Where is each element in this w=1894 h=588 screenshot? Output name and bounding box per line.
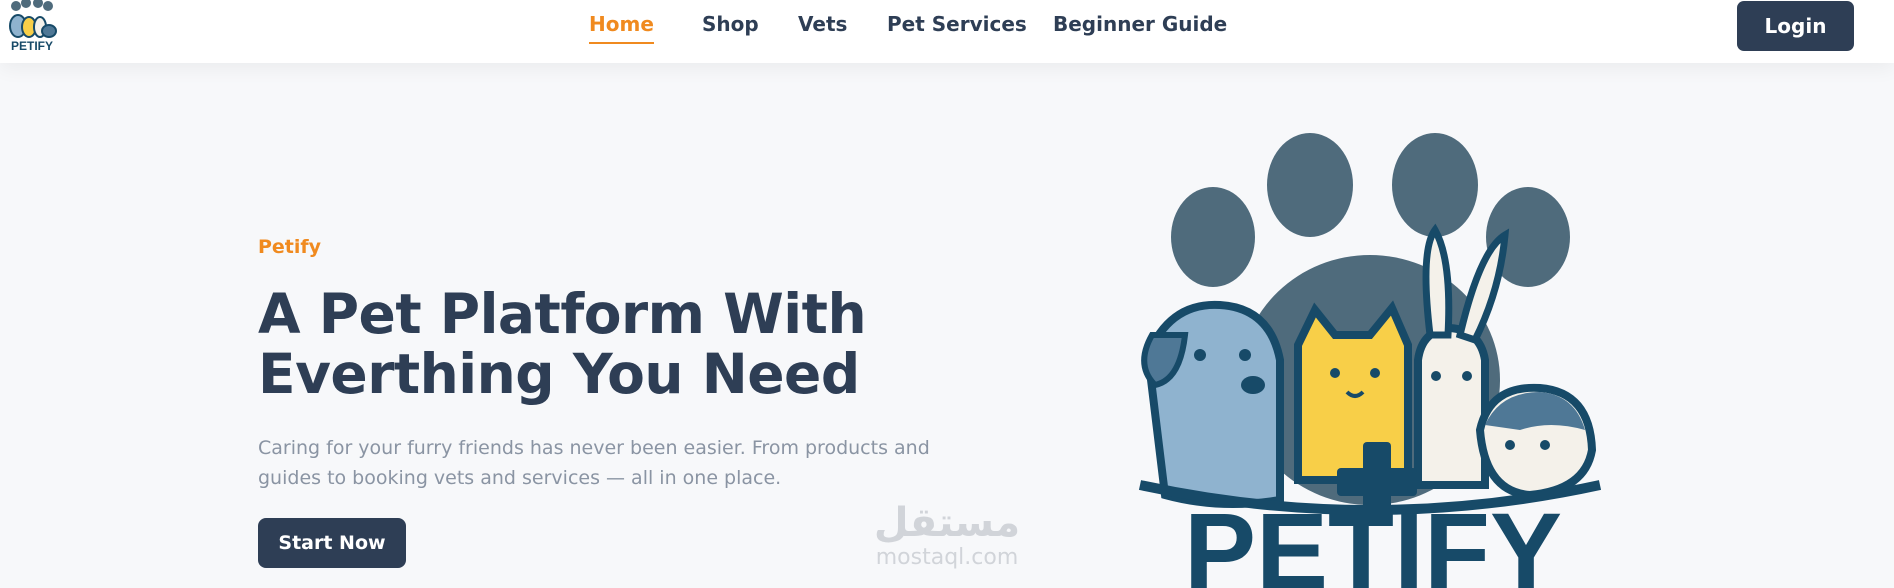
- hero-headline-line-1: A Pet Platform With: [258, 282, 867, 346]
- illustration-wordmark: PETIFY: [1184, 490, 1562, 588]
- nav-beginner-guide[interactable]: Beginner Guide: [1053, 12, 1227, 42]
- hero-headline: A Pet Platform With Everthing You Need: [258, 284, 978, 404]
- paw-pets-logo-icon: PETIFY: [9, 0, 57, 52]
- hero-subtext-line-1: Caring for your furry friends has never …: [258, 437, 930, 459]
- nav-vets[interactable]: Vets: [798, 12, 847, 42]
- hero-subtext-line-2: guides to booking vets and services — al…: [258, 467, 782, 489]
- login-button[interactable]: Login: [1737, 1, 1854, 51]
- hero-headline-line-2: Everthing You Need: [258, 342, 860, 406]
- nav-home[interactable]: Home: [589, 12, 654, 44]
- mostaql-watermark: مستقل mostaql.com: [867, 500, 1027, 570]
- nav-pet-services[interactable]: Pet Services: [887, 12, 1027, 42]
- start-now-button[interactable]: Start Now: [258, 518, 406, 568]
- watermark-arabic: مستقل: [873, 500, 1021, 546]
- pets-paw-illustration-icon: PETIFY: [1138, 133, 1602, 588]
- logo-wordmark: PETIFY: [11, 39, 53, 52]
- hero-illustration: PETIFY: [1130, 130, 1610, 588]
- nav-shop[interactable]: Shop: [702, 12, 759, 42]
- petify-logo[interactable]: PETIFY: [2, 0, 62, 52]
- hero-subtext: Caring for your furry friends has never …: [258, 433, 1018, 493]
- hero-eyebrow: Petify: [258, 236, 322, 258]
- top-navbar: PETIFY Home Shop Vets Pet Services Begin…: [0, 0, 1894, 63]
- watermark-latin: mostaql.com: [875, 545, 1019, 570]
